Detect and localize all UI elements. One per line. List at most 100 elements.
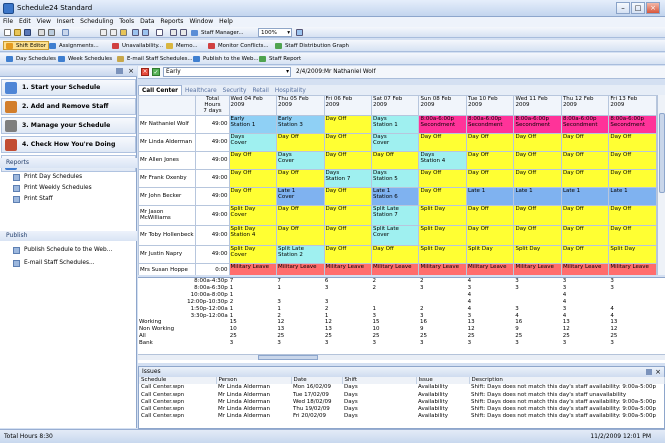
mail-icon[interactable] [62,29,69,36]
publish-link-0[interactable]: Publish Schedule to the Web... [13,246,112,254]
shift-cell[interactable]: Early Station 1 [228,114,278,134]
redo-icon[interactable] [142,29,149,36]
staff-name[interactable]: Mr John Becker [138,186,197,206]
grid-icon[interactable] [180,29,187,36]
staff-name[interactable]: Mr Justin Napry [138,244,197,264]
day-header[interactable]: Fri 13 Feb 2009 [608,95,657,116]
menu-tools[interactable]: Tools [116,17,137,27]
shift-cell[interactable]: Split Day [608,244,657,264]
toolbar-button-5[interactable]: Staff Distribution Graph [272,41,352,50]
shift-cell[interactable]: Day Off [418,186,467,206]
shift-cell[interactable]: Day Off [608,204,657,226]
issues-col-person[interactable]: Person [216,377,292,385]
zoom-dropdown[interactable]: 100% ▾ [258,28,292,37]
report-link-2[interactable]: Print Staff [13,195,53,203]
shift-cell[interactable]: Day Off [513,168,562,188]
shift-cell[interactable]: Day Off [370,244,420,264]
hscroll-thumb[interactable] [258,355,318,360]
shift-cell[interactable]: Day Off [608,224,657,246]
staff-name[interactable]: Mr Linda Alderman [138,132,197,152]
shift-cell[interactable]: Split Late Station 2 [276,244,325,264]
help-icon[interactable] [296,29,303,36]
grid-vertical-scrollbar[interactable] [657,95,665,275]
staff-name[interactable]: Mrs Susan Hoppe [138,262,197,275]
day-header[interactable]: Sat 07 Feb 2009 [370,95,420,116]
accept-icon[interactable]: ✓ [152,68,160,76]
copy-icon[interactable] [110,29,117,36]
minimize-button[interactable]: – [616,2,630,14]
issues-col-issue[interactable]: Issue [416,377,470,385]
issue-row[interactable]: Call Center.wpn Mr Linda Alderman Mon 16/0… [139,384,664,391]
menu-help[interactable]: Help [216,17,236,27]
shift-cell[interactable]: Day Off [513,132,562,152]
menu-file[interactable]: File [0,17,16,27]
toolbar-button-3[interactable]: Memo... [163,41,201,50]
shift-cell[interactable]: Days Station 1 [370,114,420,134]
shift-cell[interactable]: Day Off [228,168,278,188]
menu-edit[interactable]: Edit [16,17,34,27]
menu-reports[interactable]: Reports [157,17,186,27]
shift-cell[interactable]: Day Off [560,224,610,246]
shift-cell[interactable]: Day Off [370,150,420,170]
menu-data[interactable]: Data [137,17,157,27]
day-header[interactable]: Thu 05 Feb 2009 [276,95,325,116]
shift-cell[interactable]: Late 1 [608,186,657,206]
shift-cell[interactable]: Day Off [465,204,515,226]
preview-icon[interactable] [48,29,55,36]
toolbar3-button-3[interactable]: Publish to the Web... [190,54,262,63]
shift-cell[interactable]: Day Off [608,132,657,152]
toolbar-button-1[interactable]: Assignments... [46,41,102,50]
shift-cell[interactable]: Military Leave [465,262,515,275]
staff-name[interactable]: Mr Jason McWilliams [138,204,197,226]
issue-row[interactable]: Call Center.wpn Mr Linda Alderman Thu 19/0… [139,406,664,413]
shift-cell[interactable]: 8:00a-6:00p Secondment [513,114,562,134]
shift-cell[interactable]: Day Off [323,224,373,246]
shift-cell[interactable]: Military Leave [513,262,562,275]
shift-cell[interactable]: Military Leave [608,262,657,275]
shift-selector[interactable]: Early ▾ [163,67,291,77]
scroll-thumb[interactable] [659,113,665,193]
shift-cell[interactable]: Day Off [465,224,515,246]
shift-cell[interactable]: Day Off [608,168,657,188]
shift-cell[interactable]: Military Leave [560,262,610,275]
pin-icon[interactable] [646,369,652,375]
staff-name[interactable]: Mr Frank Oxenby [138,168,197,188]
close-button[interactable]: × [646,2,660,14]
toolbar-button-4[interactable]: Monitor Conflicts... [205,41,272,50]
task-step-2[interactable]: 2. Add and Remove Staff [1,98,136,115]
shift-cell[interactable]: Day Off [560,150,610,170]
staff-name[interactable]: Mr Allen Jones [138,150,197,170]
day-header[interactable]: Fri 06 Feb 2009 [323,95,373,116]
shift-cell[interactable]: Day Off [228,150,278,170]
find-icon[interactable] [156,29,163,36]
pin-icon[interactable] [116,68,123,74]
shift-cell[interactable]: Split Late Cover [370,224,420,246]
issue-row[interactable]: Call Center.wpn Mr Linda Alderman Tue 17/0… [139,392,664,399]
day-header[interactable]: Wed 11 Feb 2009 [513,95,562,116]
shift-cell[interactable]: Day Off [608,150,657,170]
toolbar3-button-0[interactable]: Day Schedules [3,54,59,63]
shift-cell[interactable]: Split Day Station 4 [228,224,278,246]
shift-cell[interactable]: Split Day [513,244,562,264]
report-link-1[interactable]: Print Weekly Schedules [13,184,92,192]
toolbar3-button-4[interactable]: Staff Report [256,54,304,63]
task-step-1[interactable]: 1. Start your Schedule [1,79,136,96]
cut-icon[interactable] [100,29,107,36]
shift-cell[interactable]: Day Off [513,204,562,226]
shift-cell[interactable]: Late 1 Station 6 [370,186,420,206]
shift-cell[interactable]: Days Station 5 [370,168,420,188]
staff-name[interactable]: Mr Toby Hollenbeck [138,224,197,246]
day-header[interactable]: Tue 10 Feb 2009 [465,95,515,116]
publish-link-1[interactable]: E-mail Staff Schedules... [13,259,95,267]
staff-manager-button[interactable]: Staff Manager... [188,28,247,37]
task-step-4[interactable]: 4. Check How You're Doing [1,136,136,153]
shift-cell[interactable]: Military Leave [418,262,467,275]
shift-cell[interactable]: Military Leave [276,262,325,275]
task-step-3[interactable]: 3. Manage your Schedule [1,117,136,134]
shift-cell[interactable]: Day Off [323,244,373,264]
shift-cell[interactable]: Day Off [560,168,610,188]
menu-insert[interactable]: Insert [54,17,77,27]
shift-cell[interactable]: Day Off [276,204,325,226]
shift-cell[interactable]: Days Cover [228,132,278,152]
shift-cell[interactable]: 8:00a-6:00p Secondment [418,114,467,134]
